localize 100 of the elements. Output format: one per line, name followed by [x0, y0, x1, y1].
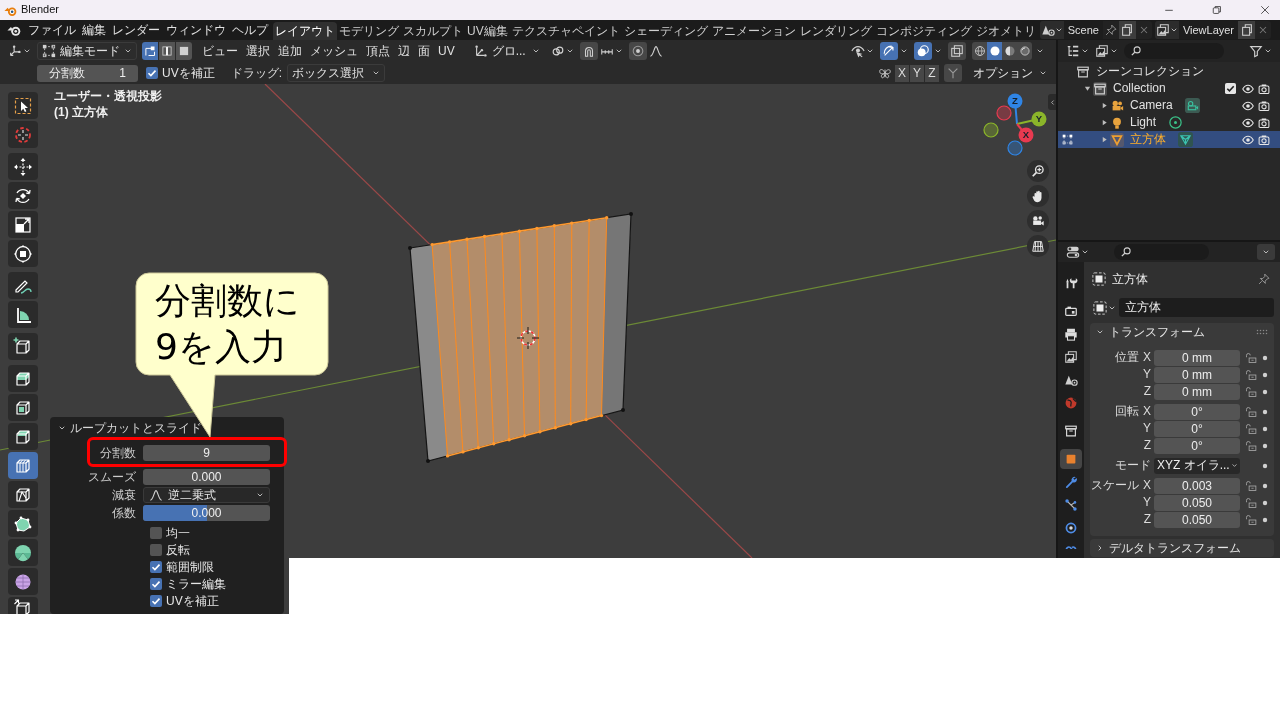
- workspace-tab[interactable]: モデリング: [337, 22, 401, 40]
- rotation-mode-dropdown[interactable]: XYZ オイラ...: [1154, 457, 1240, 474]
- menu-item[interactable]: 面: [414, 43, 434, 59]
- number-field[interactable]: 分割数 1: [37, 64, 138, 82]
- drag-dropdown[interactable]: ボックス選択: [287, 64, 385, 82]
- properties-tab[interactable]: [1060, 449, 1082, 469]
- axes-icon[interactable]: [8, 44, 22, 58]
- link-icon[interactable]: [550, 44, 565, 58]
- workspace-tab[interactable]: スカルプト: [401, 22, 465, 40]
- scene-name-field[interactable]: Scene: [1063, 21, 1103, 39]
- workspace-tab[interactable]: レンダリング: [797, 22, 874, 40]
- shading-mode-button[interactable]: [972, 42, 987, 60]
- toggle-switches-icon[interactable]: [1066, 245, 1080, 259]
- menu-item[interactable]: UV: [434, 43, 459, 59]
- tool-button[interactable]: [8, 568, 38, 595]
- menu-item[interactable]: 頂点: [362, 43, 394, 59]
- outliner-item[interactable]: 立方体: [1130, 132, 1166, 147]
- render-camera-icon[interactable]: [1258, 116, 1270, 129]
- new-view-layer-button[interactable]: [1238, 21, 1256, 39]
- panel-title[interactable]: デルタトランスフォーム: [1109, 540, 1241, 556]
- workspace-tab[interactable]: コンポジティング: [873, 22, 974, 40]
- search-field[interactable]: [1124, 43, 1224, 59]
- gizmo-toggle[interactable]: [880, 42, 898, 60]
- tool-button[interactable]: [8, 182, 38, 209]
- axis-toggle[interactable]: X: [895, 64, 909, 82]
- keyframe-dot-icon[interactable]: [1261, 515, 1269, 524]
- eye-icon[interactable]: [1242, 133, 1254, 146]
- camera-data-icon[interactable]: [1184, 98, 1200, 113]
- triangle-down-icon[interactable]: [1083, 85, 1091, 92]
- edit-mode-icon[interactable]: [1062, 134, 1073, 145]
- tool-button[interactable]: [8, 301, 38, 328]
- render-camera-icon[interactable]: [1258, 133, 1270, 146]
- chevron-down-icon[interactable]: [565, 47, 574, 55]
- unlocked-icon[interactable]: [1245, 479, 1257, 492]
- outliner-item[interactable]: Camera: [1130, 98, 1173, 113]
- menu-item[interactable]: 編集: [79, 22, 109, 38]
- tool-button[interactable]: [8, 333, 38, 360]
- axis-dot-icon[interactable]: [996, 105, 1012, 121]
- keyframe-dot-icon[interactable]: [1261, 387, 1269, 396]
- mode-dropdown[interactable]: 編集モード: [37, 42, 137, 60]
- chevron-down-icon[interactable]: [934, 47, 942, 55]
- menu-item[interactable]: 追加: [274, 43, 306, 59]
- shading-mode-button[interactable]: [1017, 42, 1032, 60]
- checkbox[interactable]: [146, 67, 158, 79]
- number-field[interactable]: 0 mm: [1154, 349, 1240, 366]
- outliner-item[interactable]: Light: [1130, 115, 1157, 130]
- unlocked-icon[interactable]: [1245, 513, 1257, 526]
- number-field[interactable]: 0 mm: [1154, 383, 1240, 400]
- chevron-down-icon[interactable]: [1110, 47, 1118, 55]
- sidebar-toggle[interactable]: [1048, 94, 1056, 110]
- triangle-right-icon[interactable]: [1100, 136, 1108, 143]
- keyframe-dot-icon[interactable]: [1261, 441, 1269, 450]
- scene-browse-button[interactable]: [1039, 21, 1064, 39]
- axis-dot-icon[interactable]: [983, 122, 999, 138]
- pin-icon[interactable]: [1258, 273, 1270, 285]
- workspace-tab[interactable]: レイアウト: [273, 22, 337, 40]
- auto-merge-toggle[interactable]: [944, 64, 962, 82]
- eye-icon[interactable]: [1242, 82, 1254, 95]
- triangle-right-icon[interactable]: [1100, 102, 1108, 109]
- eye-icon[interactable]: [1242, 116, 1254, 129]
- new-scene-button[interactable]: [1118, 21, 1136, 39]
- xray-toggle[interactable]: [948, 42, 966, 60]
- tool-button[interactable]: [8, 423, 38, 450]
- chevron-down-icon[interactable]: [1096, 328, 1104, 336]
- menu-item[interactable]: ウィンドウ: [163, 22, 229, 38]
- menu-item[interactable]: ビュー: [198, 43, 242, 59]
- tool-button[interactable]: [8, 211, 38, 238]
- search-field[interactable]: [1114, 244, 1209, 260]
- options-dropdown[interactable]: オプション: [968, 64, 1052, 82]
- chevron-down-icon[interactable]: [900, 47, 908, 55]
- select-mode-button[interactable]: [159, 42, 175, 60]
- menu-item[interactable]: ファイル: [25, 22, 79, 38]
- workspace-tab[interactable]: UV編集: [465, 22, 510, 40]
- number-field[interactable]: 0°: [1154, 437, 1240, 454]
- chevron-down-icon[interactable]: [614, 47, 623, 55]
- keyframe-dot-icon[interactable]: [1261, 370, 1269, 379]
- workspace-tab[interactable]: シェーディング: [621, 22, 710, 40]
- tool-button[interactable]: [8, 597, 38, 614]
- filter-icon[interactable]: [1249, 44, 1263, 58]
- chevron-down-icon[interactable]: [1081, 248, 1089, 256]
- falloff-dropdown[interactable]: 逆二乗式: [143, 487, 270, 503]
- render-camera-icon[interactable]: [1258, 99, 1270, 112]
- keyframe-dot-icon[interactable]: [1261, 498, 1269, 507]
- unlocked-icon[interactable]: [1245, 422, 1257, 435]
- shading-mode-button[interactable]: [1002, 42, 1017, 60]
- checkbox[interactable]: [150, 595, 162, 607]
- chevron-down-icon[interactable]: [23, 47, 31, 55]
- number-field[interactable]: 0°: [1154, 420, 1240, 437]
- checkbox[interactable]: [150, 527, 162, 539]
- tool-button[interactable]: [8, 394, 38, 421]
- keyframe-dot-icon[interactable]: [1261, 407, 1269, 416]
- pan-button[interactable]: [1027, 185, 1049, 207]
- workspace-tab[interactable]: テクスチャペイント: [509, 22, 622, 40]
- snap-toggle[interactable]: [579, 42, 598, 60]
- menu-item[interactable]: 選択: [242, 43, 274, 59]
- outliner-item[interactable]: Collection: [1113, 81, 1166, 96]
- menu-item[interactable]: メッシュ: [306, 43, 362, 59]
- keyframe-dot-icon[interactable]: [1261, 353, 1269, 362]
- chevron-down-icon[interactable]: [866, 47, 874, 55]
- number-field[interactable]: 0 mm: [1154, 366, 1240, 383]
